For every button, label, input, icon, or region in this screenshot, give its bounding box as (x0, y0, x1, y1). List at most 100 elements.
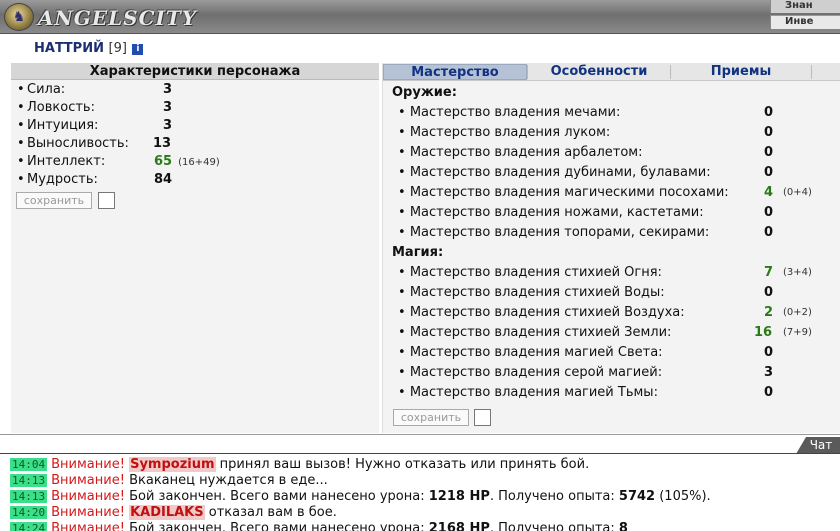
chat-warning: Внимание! (51, 505, 125, 520)
stat-row-strength: • Сила: (17, 82, 66, 97)
chat-warning: Внимание! (51, 457, 125, 472)
skills-save-button[interactable]: сохранить (393, 409, 469, 426)
chat-nick[interactable]: KADILAKS (129, 505, 205, 520)
skill-value-light: 0 (764, 345, 774, 360)
stat-value-intellect: 65 (16+49) (154, 154, 220, 169)
bullet-icon: • (17, 154, 25, 169)
stats-save-button[interactable]: сохранить (16, 192, 92, 209)
skill-row-knives: • Мастерство владения ножами, кастетами: (398, 205, 704, 220)
skill-row-earth: • Мастерство владения стихией Земли: (398, 325, 672, 340)
chat-log[interactable]: 14:04 Внимание! Sympozium принял ваш вызо… (0, 457, 840, 531)
menu-knowledge[interactable]: Знан (770, 0, 840, 13)
top-bar: ♞ ANGELSCITY Знан Инве (0, 0, 840, 34)
logo-text: ANGELSCITY (38, 6, 198, 30)
chat-time[interactable]: 14:13 (10, 474, 48, 487)
skill-row-clubs: • Мастерство владения дубинами, булавами… (398, 165, 711, 180)
skill-value-axes: 0 (764, 225, 774, 240)
character-level: [9] (108, 41, 127, 56)
skill-row-swords: • Мастерство владения мечами: (398, 105, 621, 120)
chat-tab[interactable]: Чат (796, 437, 840, 454)
skill-value-water: 0 (764, 285, 774, 300)
bullet-icon: • (398, 325, 410, 340)
skill-value-clubs: 0 (764, 165, 774, 180)
bullet-icon: • (398, 305, 410, 320)
chat-text: Бой закончен. Всего вами нанесено урона: (129, 489, 425, 504)
bullet-icon: • (17, 136, 25, 151)
bullet-icon: • (398, 205, 410, 220)
magic-heading: Магия: (392, 245, 444, 260)
skill-row-staffs: • Мастерство владения магическими посоха… (398, 185, 729, 200)
chat-time[interactable]: 14:13 (10, 490, 48, 503)
chat-warning: Внимание! (51, 521, 125, 531)
bullet-icon: • (398, 345, 410, 360)
bullet-icon: • (398, 225, 410, 240)
skill-row-fire: • Мастерство владения стихией Огня: (398, 265, 662, 280)
bullet-icon: • (398, 165, 410, 180)
chat-text: . Получено опыта: (489, 489, 615, 504)
logo-emblem-icon: ♞ (4, 3, 34, 31)
chat-time[interactable]: 14:24 (10, 522, 48, 531)
stat-value-agility: 3 (163, 100, 173, 115)
top-right-menu: Знан Инве (770, 0, 840, 30)
chat-nick[interactable]: Sympozium (129, 457, 216, 472)
bullet-icon: • (398, 265, 410, 280)
skills-checkbox[interactable] (474, 409, 491, 426)
stats-panel: Характеристики персонажа • Сила: 3 • Ловко… (11, 63, 379, 433)
bullet-icon: • (398, 125, 410, 140)
skill-value-gray: 3 (764, 365, 774, 380)
info-icon[interactable]: i (132, 44, 144, 55)
bullet-icon: • (398, 285, 410, 300)
stat-row-wisdom: • Мудрость: (17, 172, 98, 187)
bullet-icon: • (398, 385, 410, 400)
skill-extra-air: (0+2) (783, 307, 812, 318)
skill-extra-earth: (7+9) (783, 327, 812, 338)
menu-inventory[interactable]: Инве (770, 15, 840, 29)
skill-value-air: 2 (764, 305, 774, 320)
skill-value-dark: 0 (764, 385, 774, 400)
chat-exp: 8 (618, 521, 628, 531)
chat-message: 14:04 Внимание! Sympozium принял ваш вызо… (0, 457, 840, 473)
weapons-heading: Оружие: (392, 85, 457, 100)
skill-value-staffs: 4 (764, 185, 774, 200)
skill-row-air: • Мастерство владения стихией Воздуха: (398, 305, 685, 320)
skill-extra-staffs: (0+4) (783, 187, 812, 198)
chat-time[interactable]: 14:04 (10, 458, 48, 471)
stat-extra-intellect: (16+49) (178, 157, 220, 168)
character-name[interactable]: НАТТРИЙ (34, 41, 104, 56)
bullet-icon: • (17, 118, 25, 133)
skills-tabs: Мастерство Особенности Приемы (383, 63, 840, 81)
tab-features[interactable]: Особенности (528, 64, 670, 80)
chat-text: . Получено опыта: (489, 521, 615, 531)
skill-row-dark: • Мастерство владения магией Тьмы: (398, 385, 658, 400)
stats-checkbox[interactable] (98, 192, 115, 209)
bullet-icon: • (398, 365, 410, 380)
chat-message: 14:24 Внимание! Бой закончен. Всего вами … (0, 521, 840, 531)
stat-value-intuition: 3 (163, 118, 173, 133)
chat-text: отказал вам в бое. (208, 505, 337, 520)
skill-row-water: • Мастерство владения стихией Воды: (398, 285, 665, 300)
tab-techniques[interactable]: Приемы (671, 64, 811, 80)
stat-row-intellect: • Интеллект: (17, 154, 106, 169)
character-header: НАТТРИЙ [9] i (34, 41, 144, 56)
skill-row-bow: • Мастерство владения луком: (398, 125, 611, 140)
chat-message: 14:13 Внимание! Бой закончен. Всего вами … (0, 489, 840, 505)
skill-value-swords: 0 (764, 105, 774, 120)
stats-panel-title: Характеристики персонажа (11, 63, 379, 80)
skill-row-crossbow: • Мастерство владения арбалетом: (398, 145, 643, 160)
skill-value-crossbow: 0 (764, 145, 774, 160)
chat-message: 14:13 Внимание! Вкаканец нуждается в еде.… (0, 473, 840, 489)
chat-warning: Внимание! (51, 489, 125, 504)
chat-text: Вкаканец нуждается в еде... (129, 473, 328, 488)
chat-text: Бой закончен. Всего вами нанесено урона: (129, 521, 425, 531)
chat-text: принял ваш вызов! Нужно отказать или при… (219, 457, 590, 472)
tab-mastery[interactable]: Мастерство (383, 64, 527, 80)
skill-value-knives: 0 (764, 205, 774, 220)
tab-separator (811, 65, 812, 79)
stat-value-strength: 3 (163, 82, 173, 97)
chat-divider (0, 434, 840, 435)
chat-time[interactable]: 14:20 (10, 506, 48, 519)
bullet-icon: • (17, 100, 25, 115)
stat-row-intuition: • Интуиция: (17, 118, 99, 133)
skill-row-light: • Мастерство владения магией Света: (398, 345, 663, 360)
stat-row-endurance: • Выносливость: (17, 136, 129, 151)
